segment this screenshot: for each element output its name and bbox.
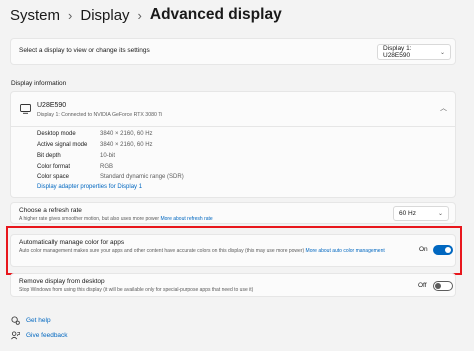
spec-row: Active signal mode 3840 × 2160, 60 Hz bbox=[37, 142, 153, 148]
display-name: U28E590 bbox=[37, 102, 67, 109]
remove-display-toggle[interactable] bbox=[433, 281, 453, 291]
breadcrumb-separator: › bbox=[137, 7, 142, 23]
toggle-knob bbox=[435, 283, 441, 289]
spec-key: Bit depth bbox=[37, 153, 61, 159]
auto-color-link[interactable]: More about auto color management bbox=[306, 248, 385, 254]
breadcrumb-system[interactable]: System bbox=[10, 7, 60, 24]
display-select-dropdown[interactable]: Display 1: U28E590 ⌄ bbox=[377, 44, 451, 60]
auto-color-card: Automatically manage color for apps Auto… bbox=[10, 234, 456, 267]
refresh-rate-title: Choose a refresh rate bbox=[19, 207, 82, 214]
toggle-knob bbox=[445, 247, 451, 253]
breadcrumb: System › Display › Advanced display bbox=[10, 6, 282, 24]
spec-row: Color space Standard dynamic range (SDR) bbox=[37, 174, 184, 180]
refresh-rate-dropdown[interactable]: 60 Hz ⌄ bbox=[393, 206, 449, 221]
page-title: Advanced display bbox=[149, 6, 282, 23]
display-info-heading: Display information bbox=[11, 80, 67, 87]
display-select-card: Select a display to view or change its s… bbox=[10, 38, 456, 65]
spec-key: Desktop mode bbox=[37, 131, 76, 137]
remove-display-title: Remove display from desktop bbox=[19, 278, 105, 285]
refresh-rate-subtitle: A higher rate gives smoother motion, but… bbox=[19, 216, 213, 222]
auto-color-title: Automatically manage color for apps bbox=[19, 239, 125, 246]
auto-color-state-label: On bbox=[419, 246, 428, 253]
spec-value: 3840 × 2160, 60 Hz bbox=[100, 142, 153, 148]
chevron-down-icon: ⌄ bbox=[439, 49, 445, 56]
refresh-rate-description: A higher rate gives smoother motion, but… bbox=[19, 216, 160, 222]
refresh-rate-value: 60 Hz bbox=[399, 210, 416, 217]
display-info-card: U28E590 Display 1: Connected to NVIDIA G… bbox=[10, 91, 456, 198]
spec-value: RGB bbox=[100, 164, 114, 170]
display-select-label: Select a display to view or change its s… bbox=[19, 47, 150, 54]
auto-color-subtitle: Auto color management makes sure your ap… bbox=[19, 248, 409, 255]
feedback-icon bbox=[11, 331, 20, 340]
spec-row: Bit depth 10-bit bbox=[37, 153, 115, 159]
spec-value: 3840 × 2160, 60 Hz bbox=[100, 131, 153, 137]
help-icon bbox=[11, 316, 20, 325]
chevron-up-icon[interactable]: ︿ bbox=[440, 103, 447, 113]
get-help-link[interactable]: Get help bbox=[26, 317, 51, 324]
spec-key: Color format bbox=[37, 164, 71, 170]
remove-display-subtitle: Stop Windows from using this display (it… bbox=[19, 287, 254, 293]
monitor-icon bbox=[20, 104, 31, 114]
spec-key: Active signal mode bbox=[37, 142, 88, 148]
display-select-value: Display 1: U28E590 bbox=[383, 45, 412, 59]
spec-key: Color space bbox=[37, 174, 70, 180]
auto-color-description: Auto color management makes sure your ap… bbox=[19, 248, 305, 254]
spec-value: Standard dynamic range (SDR) bbox=[100, 174, 184, 180]
auto-color-toggle[interactable] bbox=[433, 245, 453, 255]
spec-row: Desktop mode 3840 × 2160, 60 Hz bbox=[37, 131, 153, 137]
give-feedback-link[interactable]: Give feedback bbox=[26, 332, 68, 339]
breadcrumb-display[interactable]: Display bbox=[80, 7, 129, 24]
remove-display-state-label: Off bbox=[418, 282, 427, 289]
chevron-down-icon: ⌄ bbox=[437, 211, 443, 217]
remove-display-card: Remove display from desktop Stop Windows… bbox=[10, 273, 456, 297]
refresh-rate-link[interactable]: More about refresh rate bbox=[160, 216, 212, 222]
display-info-header[interactable]: U28E590 Display 1: Connected to NVIDIA G… bbox=[11, 92, 455, 127]
display-connection: Display 1: Connected to NVIDIA GeForce R… bbox=[37, 112, 163, 118]
spec-row: Color format RGB bbox=[37, 164, 113, 170]
adapter-properties-link[interactable]: Display adapter properties for Display 1 bbox=[37, 184, 142, 190]
spec-value: 10-bit bbox=[100, 153, 116, 159]
breadcrumb-separator: › bbox=[68, 7, 73, 23]
refresh-rate-card: Choose a refresh rate A higher rate give… bbox=[10, 202, 456, 224]
